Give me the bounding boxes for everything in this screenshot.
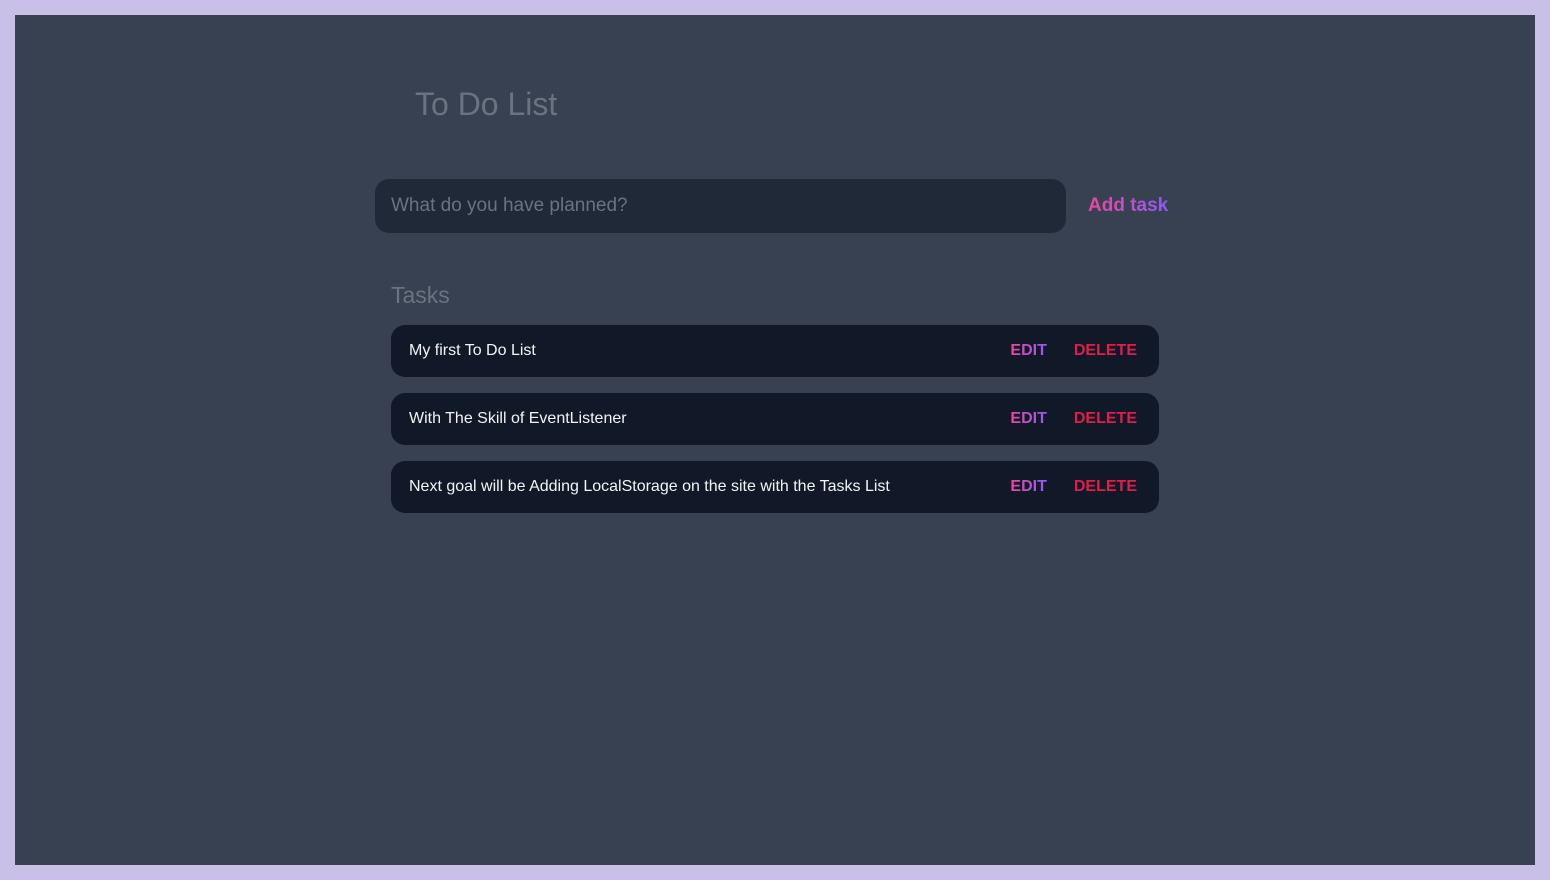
app-container: To Do List Add task Tasks My first To Do… xyxy=(15,15,1535,865)
task-actions: EDIT DELETE xyxy=(1010,325,1137,377)
edit-task-button[interactable]: EDIT xyxy=(1010,341,1046,361)
task-item: With The Skill of EventListener EDIT DEL… xyxy=(391,393,1159,445)
edit-task-button[interactable]: EDIT xyxy=(1010,477,1046,497)
task-text: With The Skill of EventListener xyxy=(409,410,627,427)
task-text: My first To Do List xyxy=(409,342,536,359)
add-task-button[interactable]: Add task xyxy=(1088,191,1168,221)
task-actions: EDIT DELETE xyxy=(1010,461,1137,513)
tasks-heading: Tasks xyxy=(391,282,450,308)
task-text: Next goal will be Adding LocalStorage on… xyxy=(409,478,890,495)
task-list: My first To Do List EDIT DELETE With The… xyxy=(391,325,1159,529)
delete-task-button[interactable]: DELETE xyxy=(1074,409,1137,429)
task-item: Next goal will be Adding LocalStorage on… xyxy=(391,461,1159,513)
task-item: My first To Do List EDIT DELETE xyxy=(391,325,1159,377)
delete-task-button[interactable]: DELETE xyxy=(1074,341,1137,361)
task-actions: EDIT DELETE xyxy=(1010,393,1137,445)
page-title: To Do List xyxy=(415,86,558,122)
edit-task-button[interactable]: EDIT xyxy=(1010,409,1046,429)
new-task-input[interactable] xyxy=(375,179,1066,233)
delete-task-button[interactable]: DELETE xyxy=(1074,477,1137,497)
new-task-form: Add task xyxy=(375,179,1175,233)
